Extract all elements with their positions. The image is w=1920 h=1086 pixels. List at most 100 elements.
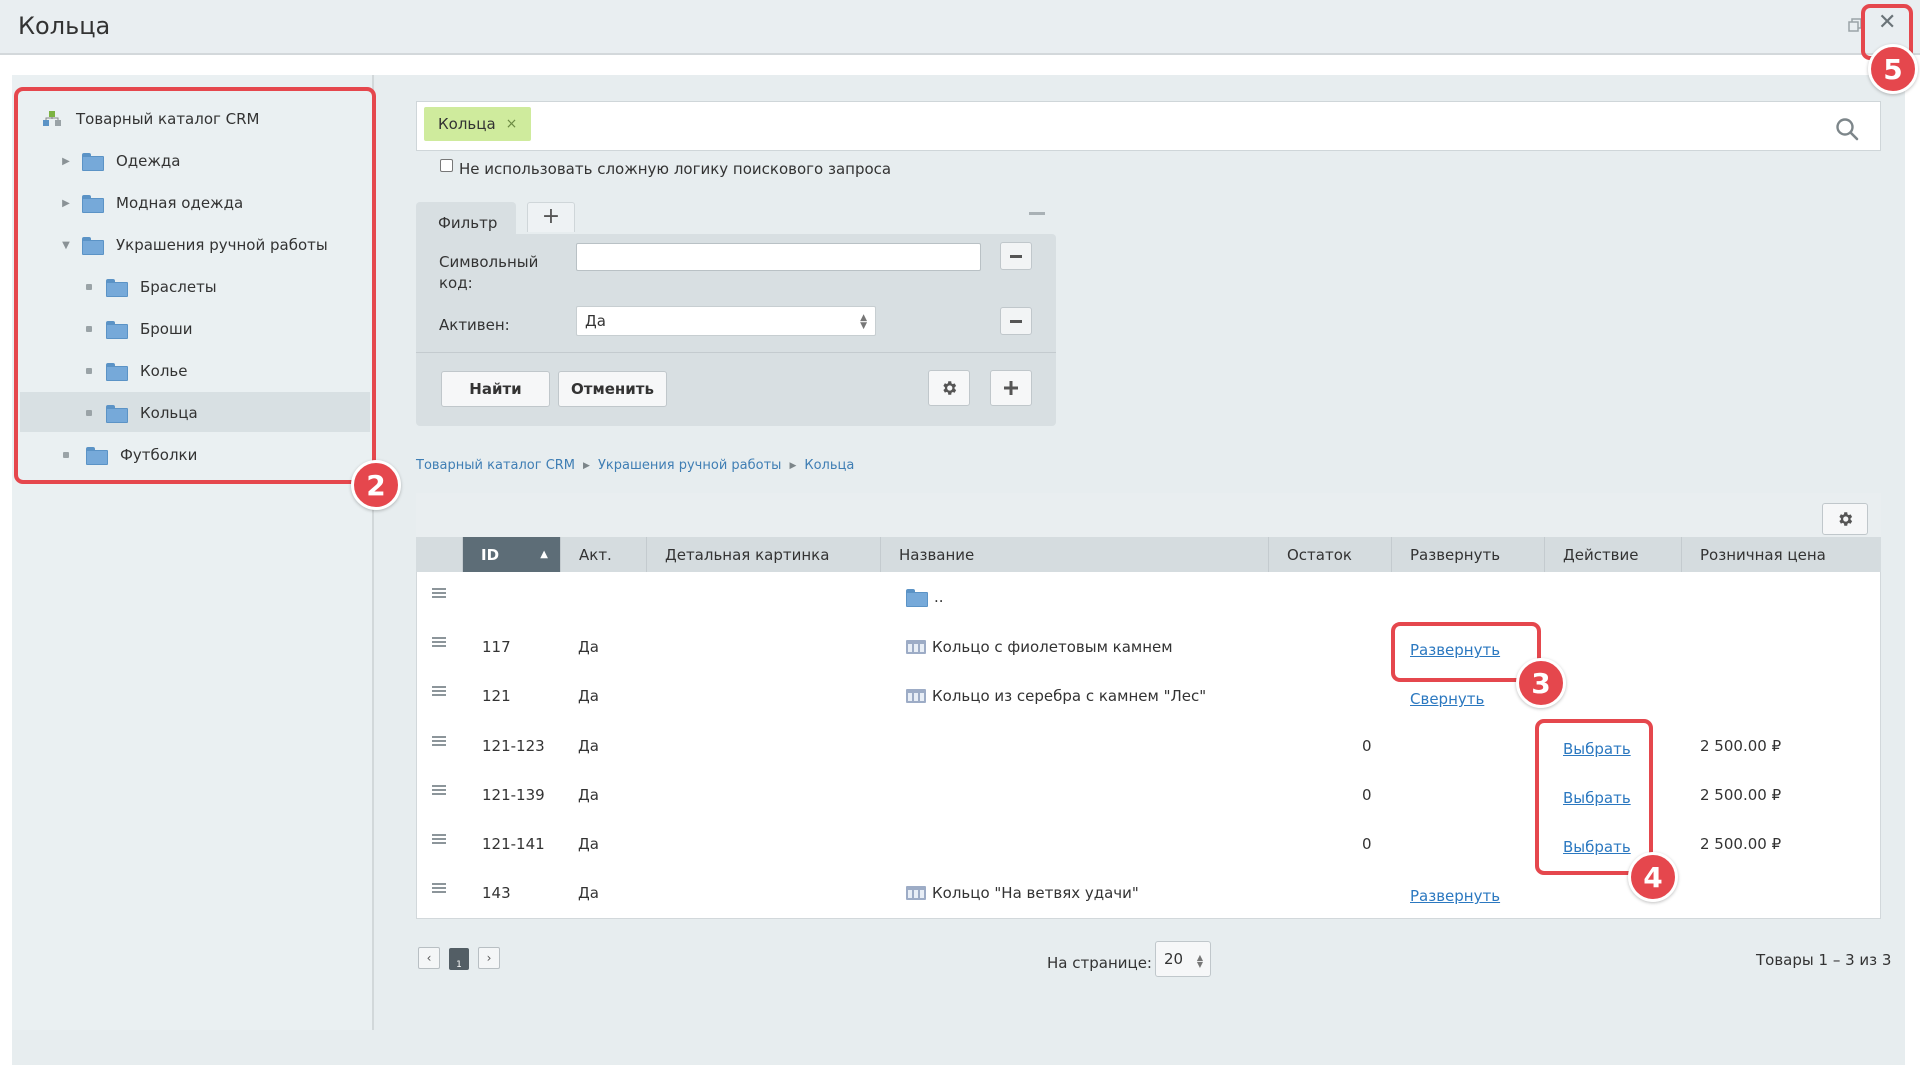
row-id: 121-123 [482,737,545,755]
column-header-action[interactable]: Действие [1544,537,1681,572]
row-active: Да [578,835,599,853]
row-id: 121-139 [482,786,545,804]
up-folder-label: .. [934,588,944,606]
annotation-badge: 2 [351,460,401,510]
product-group-icon [906,886,926,900]
row-stock: 0 [1362,786,1372,804]
pager-current-page[interactable]: 1 [449,948,469,970]
filter-collapse-icon[interactable] [1029,212,1045,215]
select-arrows-icon: ▲ ▼ [860,313,867,331]
active-select[interactable]: Да ▲ ▼ [576,306,876,336]
row-id: 121 [482,687,511,705]
code-field-label: Символьный код: [439,253,539,292]
logic-checkbox-label: Не использовать сложную логику поисковог… [459,160,892,178]
drag-handle-icon[interactable] [432,588,446,598]
expand-link[interactable]: Развернуть [1410,887,1500,905]
add-field-button[interactable] [990,370,1032,406]
row-stock: 0 [1362,835,1372,853]
window-title: Кольца [18,12,111,40]
folder-icon [906,589,928,607]
drag-handle-icon[interactable] [432,686,446,696]
sort-asc-icon: ▲ [540,549,548,560]
gear-icon [943,381,957,395]
breadcrumb: Товарный каталог CRM ▶ Украшения ручной … [416,458,854,473]
remove-active-field-button[interactable] [1000,307,1032,335]
code-field[interactable] [576,243,981,271]
column-header-stock[interactable]: Остаток [1268,537,1391,572]
row-price: 2 500.00 ₽ [1700,786,1782,804]
row-price: 2 500.00 ₽ [1700,835,1782,853]
annotation-frame-tree [14,87,376,484]
column-header-label: ID [481,545,500,564]
annotation-badge: 4 [1628,852,1678,902]
column-header-active[interactable]: Акт. [560,537,646,572]
items-count: Товары 1 – 3 из 3 [1756,951,1892,969]
logic-checkbox[interactable] [440,159,453,172]
row-active: Да [578,687,599,705]
row-active: Да [578,786,599,804]
up-folder-link[interactable]: .. [906,588,944,607]
collapse-link[interactable]: Свернуть [1410,690,1484,708]
drag-handle-icon[interactable] [432,883,446,893]
row-active: Да [578,638,599,656]
row-name-label: Кольцо с фиолетовым камнем [932,638,1173,656]
drag-handle-icon[interactable] [432,637,446,647]
find-button[interactable]: Найти [441,371,550,407]
breadcrumb-item[interactable]: Украшения ручной работы [598,458,781,473]
column-header-price[interactable]: Розничная цена [1681,537,1881,572]
product-group-icon [906,689,926,703]
row-active: Да [578,884,599,902]
breadcrumb-separator-icon: ▶ [789,460,797,471]
per-page-label: На странице: [1047,954,1152,972]
drag-handle-icon[interactable] [432,785,446,795]
breadcrumb-item[interactable]: Кольца [804,458,854,473]
filter-divider [416,352,1056,353]
add-filter-tab-button[interactable]: + [527,202,575,232]
annotation-badge: 5 [1868,44,1918,94]
gear-icon [1839,512,1853,526]
search-tag[interactable]: Кольца × [424,107,532,141]
tab-filter[interactable]: Фильтр [416,202,516,236]
search-tag-label: Кольца [438,115,496,133]
row-name-label: Кольцо "На ветвях удачи" [932,884,1139,902]
drag-handle-icon[interactable] [432,736,446,746]
search-input[interactable] [416,101,1881,151]
per-page-select[interactable]: 20 ▲ ▼ [1155,941,1211,977]
product-group-icon [906,640,926,654]
cancel-button[interactable]: Отменить [558,371,667,407]
filter-settings-button[interactable] [928,370,970,406]
row-id: 143 [482,884,511,902]
grid-settings-button[interactable] [1822,503,1868,535]
row-stock: 0 [1362,737,1372,755]
row-id: 117 [482,638,511,656]
row-name[interactable]: Кольцо с фиолетовым камнем [906,638,1173,656]
grid-toolbar [416,493,1881,537]
pager-next-button[interactable]: › [478,947,500,969]
row-name[interactable]: Кольцо "На ветвях удачи" [906,884,1139,902]
active-field-label: Активен: [439,316,510,334]
column-header-name[interactable]: Название [880,537,1268,572]
row-name-label: Кольцо из серебра с камнем "Лес" [932,687,1207,705]
active-select-value: Да [585,312,606,330]
row-name[interactable]: Кольцо из серебра с камнем "Лес" [906,687,1206,705]
breadcrumb-item[interactable]: Товарный каталог CRM [416,458,575,473]
column-header-id[interactable]: ID ▲ [462,537,560,572]
select-arrows-icon: ▲ ▼ [1196,953,1203,969]
drag-handle-icon[interactable] [432,834,446,844]
annotation-badge: 3 [1516,658,1566,708]
remove-code-field-button[interactable] [1000,242,1032,270]
column-header-picture[interactable]: Детальная картинка [646,537,880,572]
annotation-frame-select [1535,719,1653,875]
window-titlebar [0,0,1920,55]
pager-prev-button[interactable]: ‹ [418,947,440,969]
remove-tag-icon[interactable]: × [506,116,518,132]
search-icon[interactable] [1835,117,1859,141]
restore-window-icon[interactable] [1848,18,1862,32]
column-header-expand[interactable]: Развернуть [1391,537,1544,572]
breadcrumb-separator-icon: ▶ [583,460,590,471]
per-page-value: 20 [1164,950,1184,968]
plus-icon [1004,381,1018,395]
row-id: 121-141 [482,835,545,853]
row-active: Да [578,737,599,755]
row-price: 2 500.00 ₽ [1700,737,1782,755]
